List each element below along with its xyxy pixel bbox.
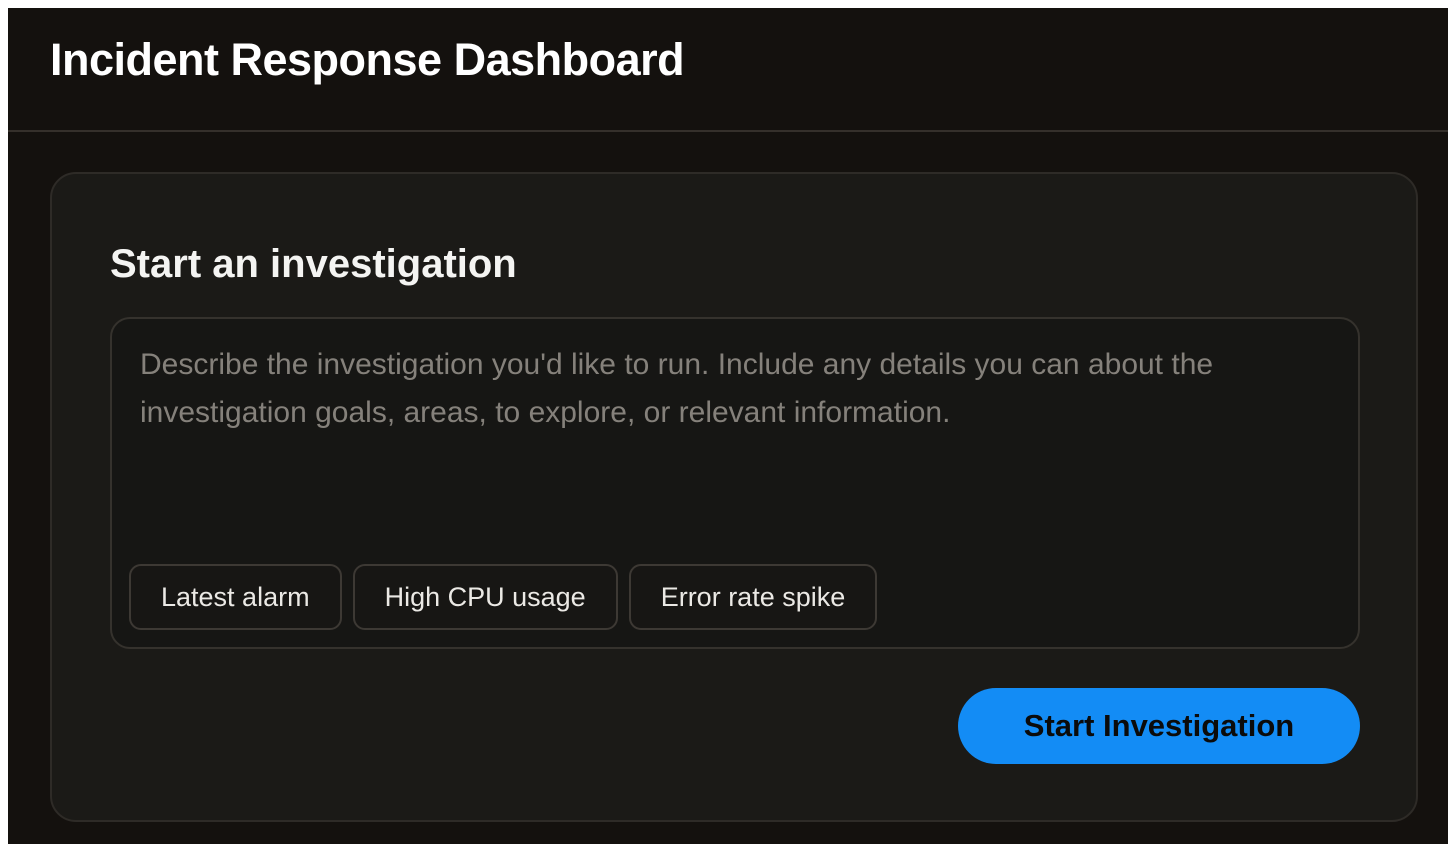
app-window: Incident Response Dashboard Start an inv… bbox=[8, 8, 1448, 844]
investigation-description-input[interactable] bbox=[140, 341, 1340, 541]
page-title: Incident Response Dashboard bbox=[50, 34, 685, 85]
suggestion-chip-latest-alarm[interactable]: Latest alarm bbox=[129, 564, 342, 630]
suggestion-chip-error-rate-spike[interactable]: Error rate spike bbox=[628, 564, 878, 630]
card-title: Start an investigation bbox=[110, 242, 517, 286]
header: Incident Response Dashboard bbox=[8, 8, 1448, 132]
investigation-input-box: Latest alarm High CPU usage Error rate s… bbox=[110, 317, 1360, 649]
start-investigation-button[interactable]: Start Investigation bbox=[958, 688, 1360, 764]
suggestion-chip-high-cpu-usage[interactable]: High CPU usage bbox=[352, 564, 618, 630]
investigation-card: Start an investigation Latest alarm High… bbox=[50, 172, 1418, 822]
suggestion-chips: Latest alarm High CPU usage Error rate s… bbox=[129, 564, 878, 630]
